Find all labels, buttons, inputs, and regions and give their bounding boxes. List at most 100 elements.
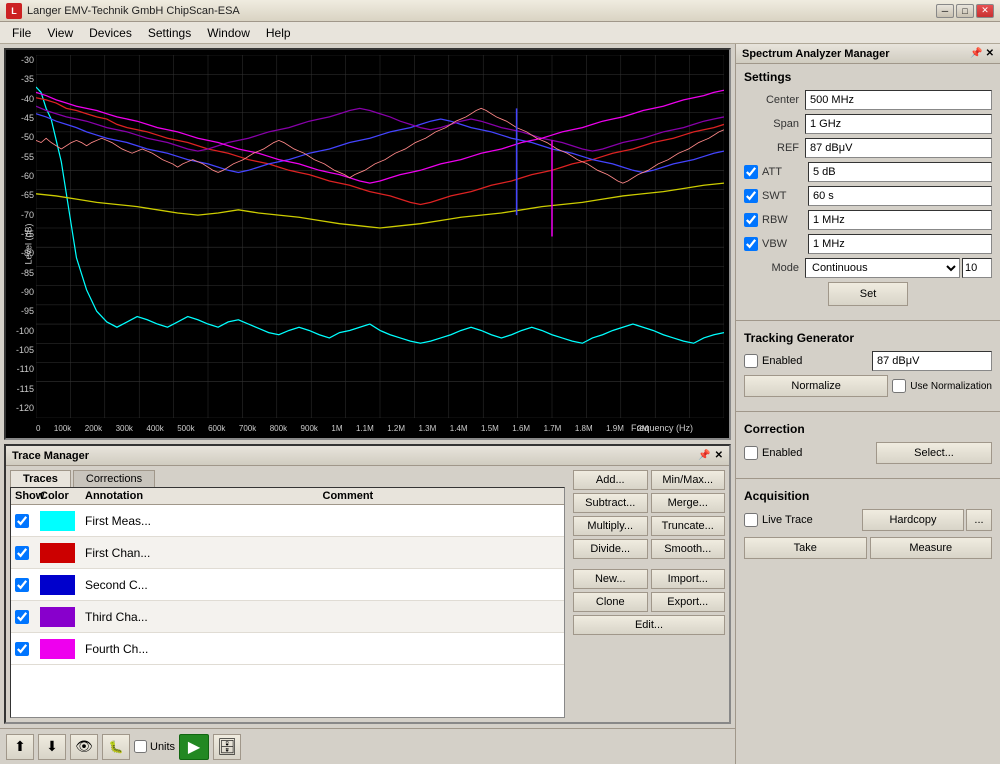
y-label-12: -90: [8, 287, 34, 297]
more-button[interactable]: ...: [966, 509, 992, 531]
center-label: Center: [744, 94, 799, 106]
x-label-1: 100k: [54, 424, 71, 433]
app-title: Langer EMV-Technik GmbH ChipScan-ESA: [27, 5, 936, 17]
divide-button[interactable]: Divide...: [573, 539, 648, 559]
main-container: -30 -35 -40 -45 -50 -55 -60 -65 -70 -75 …: [0, 44, 1000, 764]
y-axis-title: Level (dB): [24, 223, 34, 264]
center-input[interactable]: [805, 90, 992, 110]
table-row: Third Cha...: [11, 601, 564, 633]
row-3-annotation: Third Cha...: [85, 610, 323, 624]
rp-pin-btn[interactable]: 📌: [970, 48, 982, 59]
y-label-4: -50: [8, 132, 34, 142]
multiply-button[interactable]: Multiply...: [573, 516, 648, 536]
menu-file[interactable]: File: [4, 23, 39, 43]
att-row: ATT: [744, 162, 992, 182]
att-input[interactable]: [808, 162, 992, 182]
vbw-input[interactable]: [808, 234, 992, 254]
take-button[interactable]: Take: [744, 537, 867, 559]
window-controls: ─ □ ✕: [936, 4, 994, 18]
right-arrow-button[interactable]: ▶: [179, 734, 209, 760]
truncate-button[interactable]: Truncate...: [651, 516, 726, 536]
tab-corrections[interactable]: Corrections: [73, 470, 155, 487]
x-label-19: 1.9M: [606, 424, 624, 433]
tg-enabled-label: Enabled: [762, 355, 872, 367]
x-label-14: 1.4M: [450, 424, 468, 433]
eye-button[interactable]: 👁: [70, 734, 98, 760]
menu-help[interactable]: Help: [258, 23, 299, 43]
vbw-checkbox[interactable]: [744, 237, 758, 251]
swt-input[interactable]: [808, 186, 992, 206]
bug-button[interactable]: 🐛: [102, 734, 130, 760]
corr-enabled-checkbox[interactable]: [744, 446, 758, 460]
live-trace-label: Live Trace: [762, 514, 862, 526]
clone-button[interactable]: Clone: [573, 592, 648, 612]
select-button[interactable]: Select...: [876, 442, 992, 464]
hardcopy-button[interactable]: Hardcopy: [862, 509, 964, 531]
right-arrow-icon: ▶: [188, 737, 200, 757]
menu-settings[interactable]: Settings: [140, 23, 199, 43]
mode-select[interactable]: Continuous: [805, 258, 960, 278]
y-label-2: -40: [8, 94, 34, 104]
menu-window[interactable]: Window: [199, 23, 258, 43]
minimize-button[interactable]: ─: [936, 4, 954, 18]
use-norm-checkbox[interactable]: [892, 379, 906, 393]
db-button[interactable]: 🗄: [213, 734, 241, 760]
table-row: First Chan...: [11, 537, 564, 569]
rbw-checkbox[interactable]: [744, 213, 758, 227]
rp-close-btn[interactable]: ✕: [986, 48, 994, 59]
trace-table: Show Color Annotation Comment First Meas…: [10, 487, 565, 718]
subtract-button[interactable]: Subtract...: [573, 493, 648, 513]
set-button[interactable]: Set: [828, 282, 908, 306]
tab-traces[interactable]: Traces: [10, 470, 71, 487]
row-2-checkbox[interactable]: [15, 578, 29, 592]
rbw-label: RBW: [762, 214, 802, 226]
btn-row-2: Subtract... Merge...: [573, 493, 725, 513]
mode-num-input[interactable]: [962, 258, 992, 278]
smooth-button[interactable]: Smooth...: [651, 539, 726, 559]
edit-button[interactable]: Edit...: [573, 615, 725, 635]
maximize-button[interactable]: □: [956, 4, 974, 18]
merge-button[interactable]: Merge...: [651, 493, 726, 513]
span-input[interactable]: [805, 114, 992, 134]
swt-checkbox[interactable]: [744, 189, 758, 203]
ref-input[interactable]: [805, 138, 992, 158]
tg-level-input[interactable]: [872, 351, 992, 371]
new-button[interactable]: New...: [573, 569, 648, 589]
title-bar: L Langer EMV-Technik GmbH ChipScan-ESA ─…: [0, 0, 1000, 22]
menu-view[interactable]: View: [39, 23, 81, 43]
normalize-button[interactable]: Normalize: [744, 375, 888, 397]
row-3-checkbox[interactable]: [15, 610, 29, 624]
x-axis: 0 100k 200k 300k 400k 500k 600k 700k 800…: [36, 418, 724, 438]
minmax-button[interactable]: Min/Max...: [651, 470, 726, 490]
bottom-toolbar: ⬆ ⬇ 👁 🐛 Units ▶ 🗄: [0, 728, 735, 764]
btn-row-7: Edit...: [573, 615, 725, 635]
row-1-checkbox[interactable]: [15, 546, 29, 560]
menu-devices[interactable]: Devices: [81, 23, 140, 43]
up-button[interactable]: ⬆: [6, 734, 34, 760]
rbw-input[interactable]: [808, 210, 992, 230]
units-checkbox[interactable]: [134, 740, 147, 753]
x-axis-title: Frequency (Hz): [631, 423, 693, 433]
close-button[interactable]: ✕: [976, 4, 994, 18]
x-label-12: 1.2M: [387, 424, 405, 433]
tm-pin-btn[interactable]: 📌: [698, 450, 710, 461]
btn-row-4: Divide... Smooth...: [573, 539, 725, 559]
import-button[interactable]: Import...: [651, 569, 726, 589]
swt-row: SWT: [744, 186, 992, 206]
table-header: Show Color Annotation Comment: [11, 488, 564, 505]
add-button[interactable]: Add...: [573, 470, 648, 490]
tm-close-btn[interactable]: ✕: [715, 450, 723, 461]
rp-header: Spectrum Analyzer Manager 📌 ✕: [736, 44, 1000, 64]
tg-enabled-checkbox[interactable]: [744, 354, 758, 368]
down-button[interactable]: ⬇: [38, 734, 66, 760]
up-arrow-icon: ⬆: [14, 738, 26, 755]
y-label-1: -35: [8, 74, 34, 84]
rp-title: Spectrum Analyzer Manager: [742, 48, 890, 60]
tg-enabled-row: Enabled: [744, 351, 992, 371]
row-4-checkbox[interactable]: [15, 642, 29, 656]
row-0-checkbox[interactable]: [15, 514, 29, 528]
live-trace-checkbox[interactable]: [744, 513, 758, 527]
att-checkbox[interactable]: [744, 165, 758, 179]
export-button[interactable]: Export...: [651, 592, 726, 612]
measure-button[interactable]: Measure: [870, 537, 993, 559]
